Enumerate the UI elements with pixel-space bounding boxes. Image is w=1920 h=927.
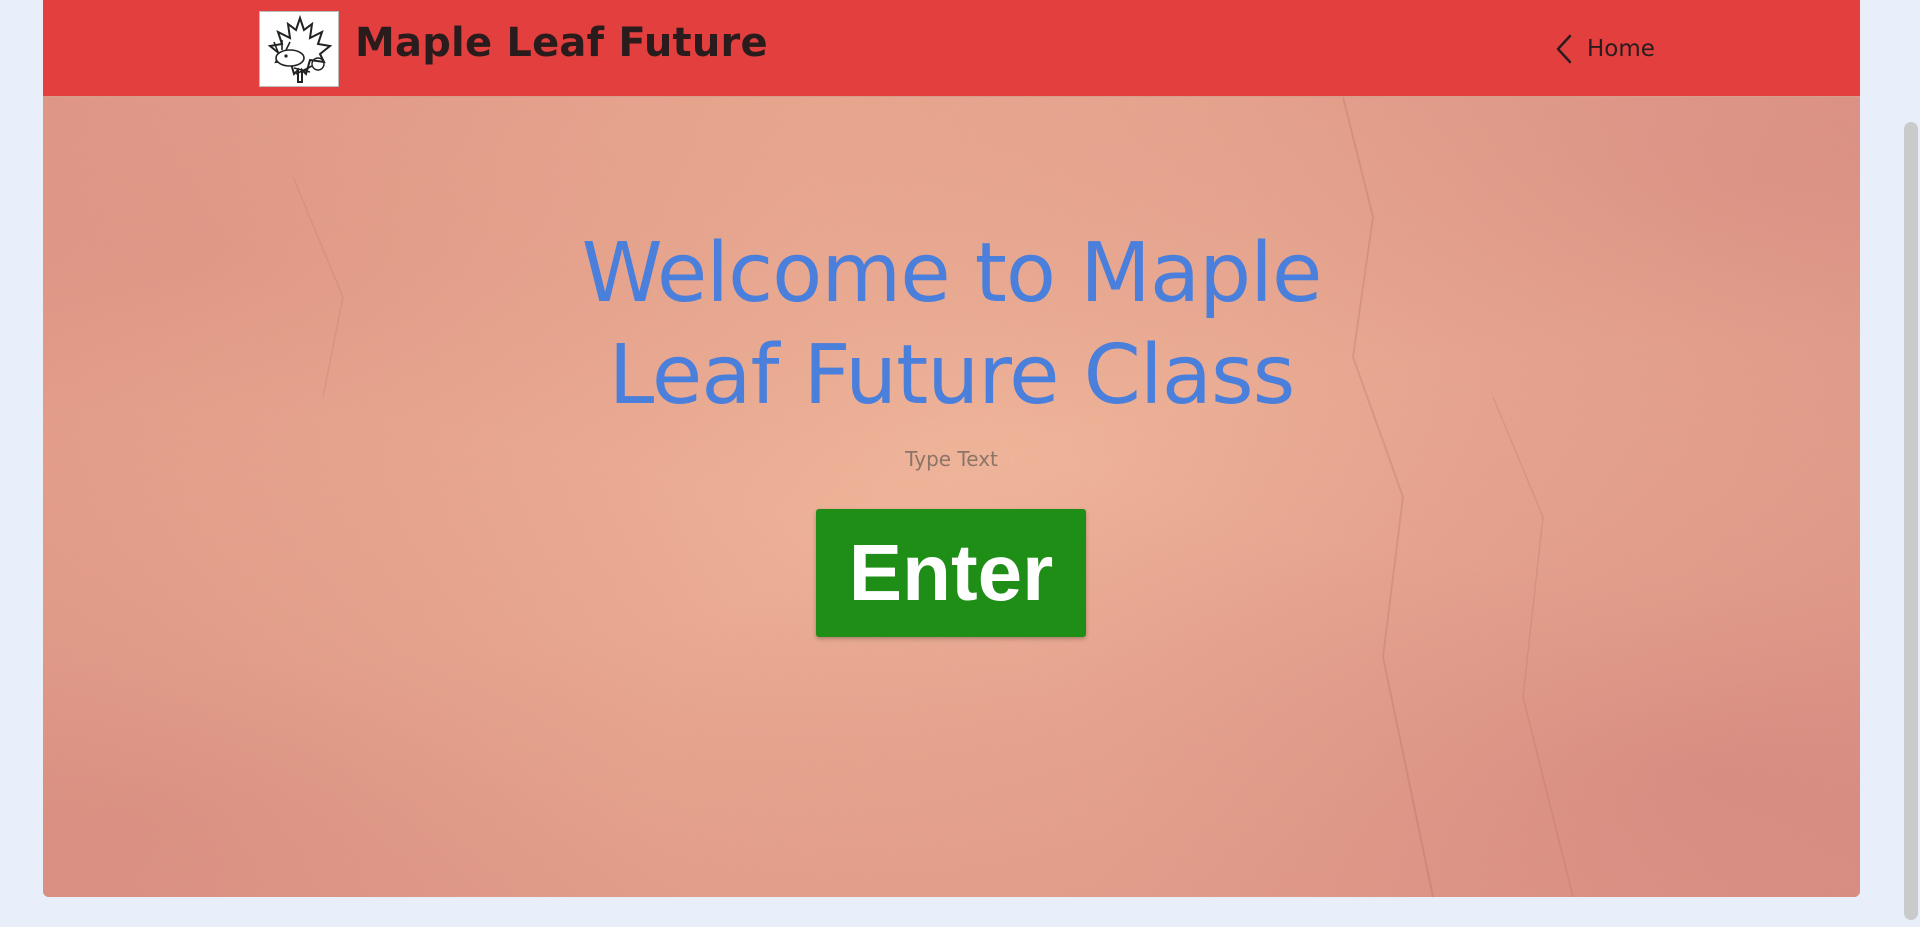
page-frame: Maple Leaf Future Home Welcome to Maple …: [43, 0, 1860, 897]
site-logo[interactable]: [259, 11, 339, 87]
chevron-left-icon: [1556, 34, 1572, 64]
hero-title-line-2: Leaf Future Class: [608, 328, 1296, 423]
hero-title: Welcome to Maple Leaf Future Class: [43, 223, 1860, 427]
hero-title-line-1: Welcome to Maple: [581, 226, 1323, 321]
home-link[interactable]: Home: [1555, 30, 1655, 68]
vertical-scrollbar[interactable]: [1901, 0, 1920, 927]
wall-texture-background: [43, 97, 1860, 897]
site-title[interactable]: Maple Leaf Future: [355, 20, 768, 66]
scrollbar-thumb[interactable]: [1904, 122, 1918, 920]
site-header: Maple Leaf Future Home: [43, 0, 1860, 97]
home-link-label: Home: [1587, 36, 1655, 62]
maple-leaf-logo-icon: [267, 14, 333, 83]
hero-section: Welcome to Maple Leaf Future Class Type …: [43, 97, 1860, 897]
hero-subtext: Type Text: [905, 447, 998, 471]
enter-button[interactable]: Enter: [816, 509, 1086, 637]
